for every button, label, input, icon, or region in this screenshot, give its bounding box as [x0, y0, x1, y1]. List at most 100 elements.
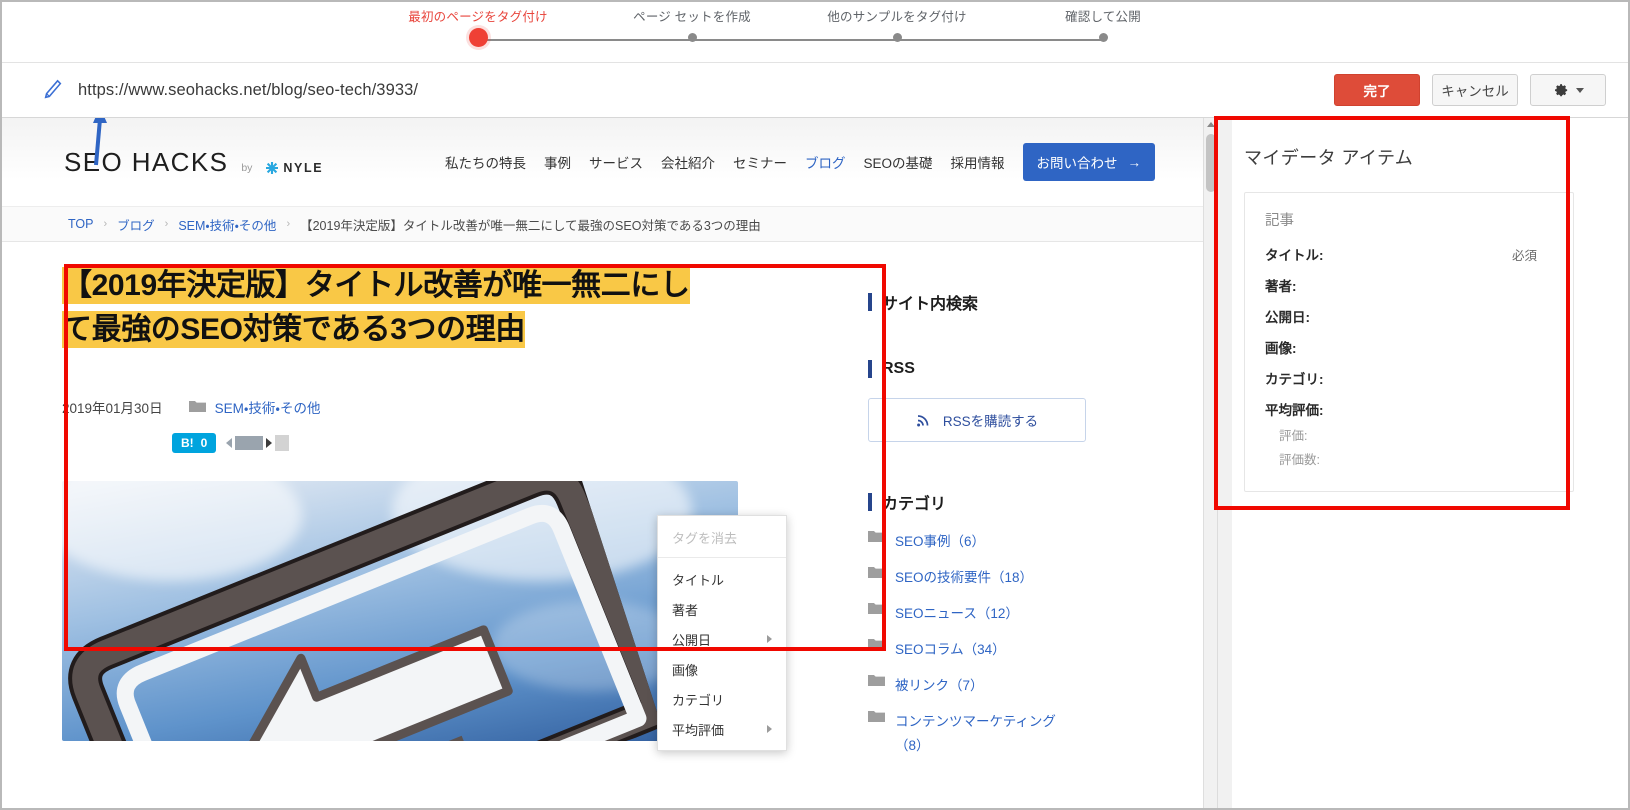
list-item[interactable]: SEOコラム（34）: [868, 638, 1118, 658]
list-item[interactable]: SEOの技術要件（18）: [868, 566, 1118, 586]
nav-item-seminar[interactable]: セミナー: [733, 152, 787, 172]
field-label: 平均評価:: [1265, 403, 1324, 418]
field-title[interactable]: タイトル: 必須: [1265, 244, 1573, 264]
nav-item-blog[interactable]: ブログ: [805, 152, 846, 172]
page-scrollbar[interactable]: [1203, 118, 1217, 808]
stepper-line-1: [483, 39, 692, 41]
menu-item-title[interactable]: タイトル: [658, 564, 786, 594]
menu-item-category[interactable]: カテゴリ: [658, 684, 786, 714]
scrollbar-thumb[interactable]: [1206, 134, 1216, 192]
heading-bar: [868, 293, 872, 311]
menu-divider: [658, 557, 786, 558]
sidebar-heading-rss: RSS: [868, 360, 1118, 378]
toolbar-actions: 完了 キャンセル: [1334, 74, 1606, 106]
breadcrumb-item-current: 【2019年決定版】タイトル改善が唯一無二にして最強のSEO対策である3つの理由: [300, 218, 761, 233]
social-share: B! 0: [172, 432, 822, 453]
step-label: 確認して公開: [1065, 10, 1141, 24]
folder-icon: [188, 401, 206, 413]
article-title[interactable]: 【2019年決定版】タイトル改善が唯一無二にし て最強のSEO対策である3つの理…: [62, 264, 822, 353]
rss-subscribe-label: RSSを購読する: [942, 414, 1039, 429]
field-label: タイトル:: [1265, 248, 1324, 263]
chevron-right-icon: ›: [103, 218, 108, 230]
article-title-line-2: て最強のSEO対策である3つの理由: [62, 311, 525, 349]
field-author[interactable]: 著者:: [1265, 275, 1573, 295]
url-toolbar: https://www.seohacks.net/blog/seo-tech/3…: [2, 62, 1628, 118]
sidebar-heading-search-label: サイト内検索: [882, 296, 979, 313]
breadcrumb-item-category[interactable]: SEM・技術・その他: [178, 215, 276, 234]
nav-item-recruit[interactable]: 採用情報: [951, 152, 1005, 172]
site-nav: 私たちの特長 事例 サービス 会社紹介 セミナー ブログ SEOの基礎 採用情報…: [445, 143, 1155, 181]
nyle-brand: NYLE: [265, 161, 323, 178]
list-item[interactable]: SEO事例（6）: [868, 530, 1118, 550]
cancel-button[interactable]: キャンセル: [1432, 74, 1518, 106]
scroll-up-icon[interactable]: [1207, 122, 1215, 127]
breadcrumb: TOP › ブログ › SEM・技術・その他 › 【2019年決定版】タイトル改…: [2, 206, 1217, 242]
article-category[interactable]: SEM・技術・その他: [188, 397, 321, 417]
chevron-down-icon: [1575, 87, 1584, 93]
facebook-share-widget[interactable]: [226, 434, 290, 451]
step-review-publish[interactable]: 確認して公開: [1023, 6, 1183, 42]
field-publish-date[interactable]: 公開日:: [1265, 306, 1573, 326]
menu-item-author[interactable]: 著者: [658, 594, 786, 624]
field-label: 画像:: [1265, 341, 1297, 356]
step-dot: [892, 33, 902, 42]
article-category-link[interactable]: SEM・技術・その他: [215, 397, 321, 417]
breadcrumb-item-top[interactable]: TOP: [68, 217, 93, 231]
rss-subscribe-button[interactable]: RSSを購読する: [868, 398, 1086, 442]
article-date: 2019年01月30日: [62, 400, 163, 416]
menu-item-average-rating[interactable]: 平均評価: [658, 714, 786, 744]
field-category[interactable]: カテゴリ:: [1265, 368, 1573, 388]
category-label: SEOの技術要件（18）: [895, 570, 1034, 585]
step-tag-other-samples[interactable]: 他のサンプルをタグ付け: [817, 6, 977, 42]
field-rating-count[interactable]: 評価数:: [1279, 449, 1573, 468]
pencil-icon[interactable]: [42, 79, 64, 101]
category-label: コンテンツマーケティング: [895, 714, 1056, 729]
sidebar-heading-search: サイト内検索: [868, 290, 1118, 314]
field-average-rating[interactable]: 平均評価:: [1265, 399, 1573, 419]
article-hero-image: [62, 480, 738, 741]
panel-title: マイデータ アイテム: [1244, 148, 1414, 168]
step-label: 他のサンプルをタグ付け: [827, 10, 967, 24]
nav-item-features[interactable]: 私たちの特長: [445, 152, 526, 172]
sidebar-heading-category-label: カテゴリ: [882, 496, 947, 513]
panel-scrollbar[interactable]: [1218, 118, 1232, 808]
nav-item-seo-basics[interactable]: SEOの基礎: [863, 152, 932, 172]
nav-item-company[interactable]: 会社紹介: [661, 152, 715, 172]
chevron-right-icon: ›: [286, 218, 291, 230]
workspace: SEO HACKS by NYLE 私たちの特長 事例 サービス 会社紹介 セミ…: [2, 116, 1628, 808]
page-columns: 【2019年決定版】タイトル改善が唯一無二にし て最強のSEO対策である3つの理…: [2, 242, 1217, 754]
nav-item-services[interactable]: サービス: [589, 152, 643, 172]
step-create-page-set[interactable]: ページ セットを作成: [612, 6, 772, 42]
category-list: SEO事例（6） SEOの技術要件（18） SEOニュース（12） SEOコラム…: [868, 530, 1118, 754]
list-item[interactable]: 被リンク（7）: [868, 674, 1118, 694]
field-label: カテゴリ:: [1265, 372, 1324, 387]
contact-button[interactable]: お問い合わせ →: [1022, 143, 1155, 181]
field-rating[interactable]: 評価:: [1279, 425, 1573, 444]
menu-item-image[interactable]: 画像: [658, 654, 786, 684]
nav-item-cases[interactable]: 事例: [544, 152, 571, 172]
field-image[interactable]: 画像:: [1265, 337, 1573, 357]
data-item-panel: マイデータ アイテム 記事 タイトル: 必須 著者: 公開日: 画像: カテゴリ…: [1214, 116, 1628, 808]
site-header: SEO HACKS by NYLE 私たちの特長 事例 サービス 会社紹介 セミ…: [2, 118, 1217, 206]
done-button[interactable]: 完了: [1334, 74, 1420, 106]
url-text[interactable]: https://www.seohacks.net/blog/seo-tech/3…: [78, 81, 418, 100]
breadcrumb-item-blog[interactable]: ブログ: [117, 215, 155, 234]
list-item[interactable]: コンテンツマーケティング （8）: [868, 710, 1118, 754]
site-logo[interactable]: SEO HACKS by NYLE: [64, 118, 323, 178]
contact-label: お問い合わせ: [1036, 156, 1118, 171]
share-arrow-left-icon: [226, 437, 233, 448]
tagging-tool-window: 最初のページをタグ付け ページ セットを作成 他のサンプルをタグ付け 確認して公…: [0, 0, 1630, 810]
page-preview: SEO HACKS by NYLE 私たちの特長 事例 サービス 会社紹介 セミ…: [2, 118, 1218, 808]
category-label: 被リンク（7）: [895, 678, 984, 693]
menu-item-clear-tag[interactable]: タグを消去: [658, 522, 786, 552]
share-bar: [235, 435, 264, 450]
menu-item-label: 平均評価: [672, 722, 725, 738]
field-required-note: 必須: [1511, 249, 1537, 263]
article-meta: 2019年01月30日 SEM・技術・その他: [62, 397, 822, 417]
sidebar-heading-category: カテゴリ: [868, 490, 1118, 514]
settings-button[interactable]: [1530, 74, 1606, 106]
nyle-logo-icon: [266, 161, 279, 174]
hatena-bookmark-button[interactable]: B! 0: [172, 432, 217, 453]
menu-item-publish-date[interactable]: 公開日: [658, 624, 786, 654]
list-item[interactable]: SEOニュース（12）: [868, 602, 1118, 622]
